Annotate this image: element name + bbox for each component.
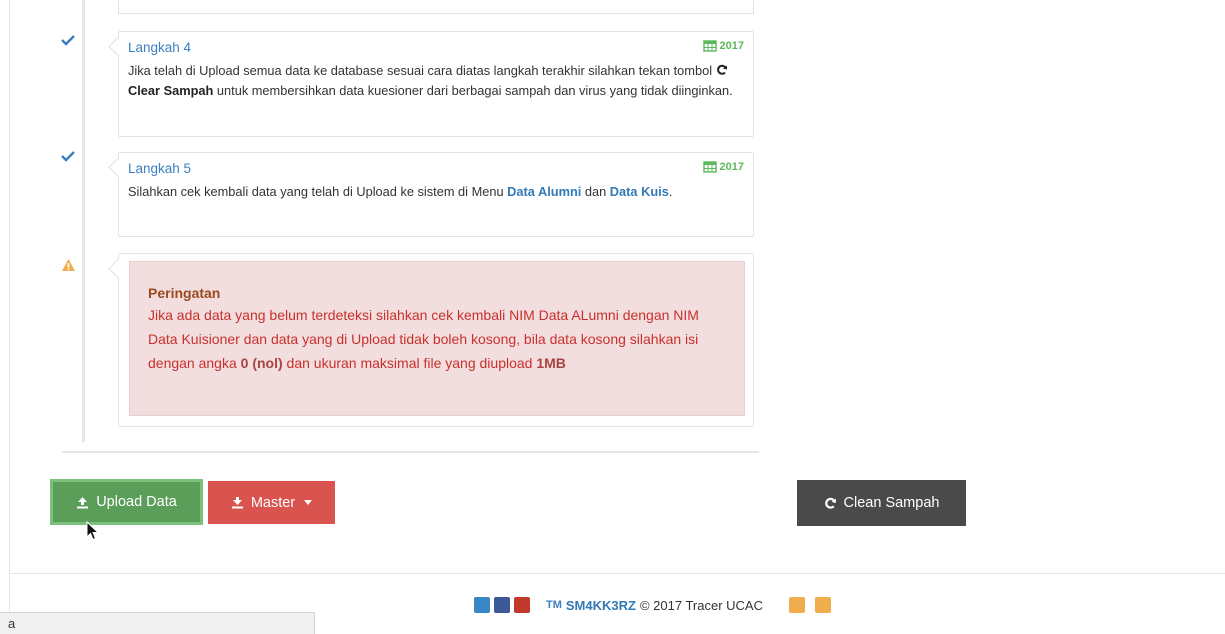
step-date: 2017 <box>702 39 744 52</box>
warning-alert: Peringatan Jika ada data yang belum terd… <box>129 261 745 416</box>
calendar-icon <box>702 40 717 52</box>
timeline-card-step5: Langkah 5 2017 Silahkan cek kembali data… <box>108 152 754 237</box>
warning-triangle-icon <box>61 258 77 274</box>
clear-sampah-label: Clear Sampah <box>128 83 214 98</box>
divider <box>62 451 759 453</box>
timeline-card-step4: Langkah 4 2017 Jika telah di Upload semu… <box>108 31 754 137</box>
status-bar: a <box>0 612 315 634</box>
brand-link[interactable]: SM4KK3RZ <box>566 598 636 613</box>
step-text: Silahkan cek kembali data yang telah di … <box>128 184 673 199</box>
github-icon[interactable] <box>474 597 490 613</box>
download-icon <box>231 497 243 509</box>
data-alumni-link[interactable]: Data Alumni <box>507 184 581 199</box>
refresh-icon <box>716 64 727 75</box>
caret-down-icon <box>304 500 313 505</box>
step-title: Langkah 4 <box>128 40 192 55</box>
timeline-card-warning: Peringatan Jika ada data yang belum terd… <box>108 253 754 427</box>
previous-card-bottom <box>118 0 754 14</box>
warning-title: Peringatan <box>148 285 221 301</box>
check-icon <box>61 150 77 166</box>
data-kuis-link[interactable]: Data Kuis <box>610 184 669 199</box>
timeline-line <box>82 0 85 442</box>
footer: TM SM4KK3RZ © 2017 Tracer UCAC <box>474 595 835 615</box>
calendar-icon <box>702 161 717 173</box>
check-icon <box>61 34 77 50</box>
master-dropdown-button[interactable]: Master <box>208 481 335 524</box>
footer-divider <box>10 573 1225 574</box>
step-text: Jika telah di Upload semua data ke datab… <box>128 63 733 98</box>
step-title: Langkah 5 <box>128 161 192 176</box>
left-border <box>9 0 10 634</box>
mouse-cursor-icon <box>86 521 100 541</box>
warning-text: Jika ada data yang belum terdeteksi sila… <box>148 307 699 371</box>
instagram-icon[interactable] <box>514 597 530 613</box>
twitter-icon[interactable] <box>788 597 805 613</box>
refresh-icon <box>824 497 836 509</box>
clean-sampah-button[interactable]: Clean Sampah <box>797 480 966 526</box>
upload-icon <box>77 496 89 508</box>
instagram-icon[interactable] <box>814 597 831 613</box>
copyright-text: © 2017 Tracer UCAC <box>639 597 763 613</box>
step-date: 2017 <box>702 160 744 173</box>
upload-data-button[interactable]: Upload Data <box>50 479 203 525</box>
facebook-icon[interactable] <box>494 597 510 613</box>
